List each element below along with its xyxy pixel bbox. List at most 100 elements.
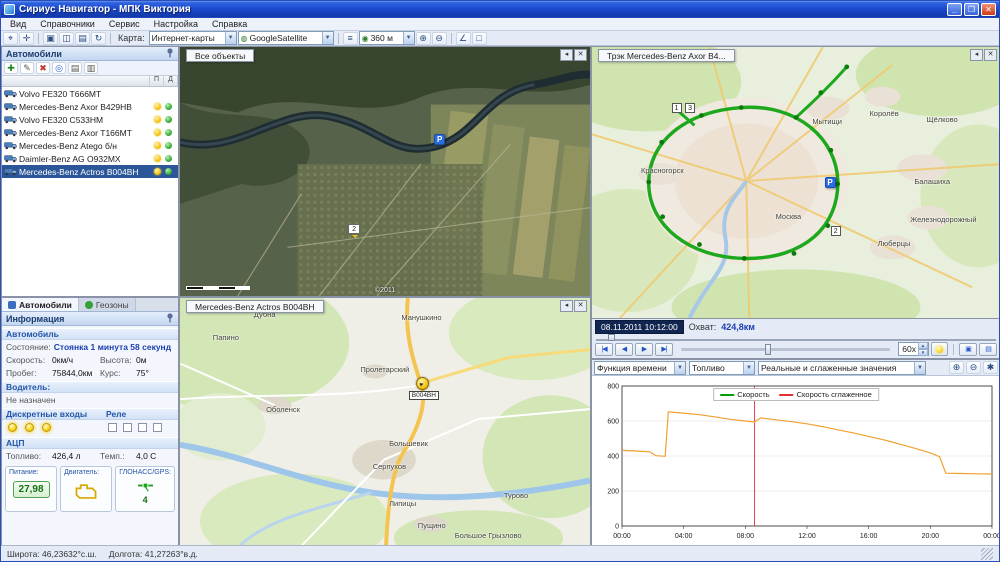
ruler-button[interactable]: ∠: [456, 32, 471, 45]
parking-marker[interactable]: P: [825, 177, 836, 188]
highlight-toggle-button[interactable]: [931, 342, 948, 356]
menu-item[interactable]: Вид: [3, 19, 33, 29]
timeline-slider-handle[interactable]: [608, 334, 615, 341]
vehicle-row[interactable]: Volvo FE320 Т666МТ: [2, 87, 178, 100]
add-vehicle-button[interactable]: ✚: [4, 62, 18, 74]
spin-up-icon[interactable]: ▲: [918, 342, 928, 349]
spin-down-icon[interactable]: ▼: [918, 349, 928, 356]
printer-icon: ▤: [78, 33, 87, 44]
zoom-in-icon: ⊕: [419, 33, 427, 44]
truck-icon: [4, 115, 19, 124]
slider-knob[interactable]: [765, 344, 771, 355]
track-point-marker-2[interactable]: 2: [831, 226, 841, 236]
pin-icon[interactable]: [166, 313, 174, 325]
track-report-button[interactable]: ▤: [979, 343, 997, 356]
pin-icon[interactable]: [166, 48, 174, 60]
mode-select[interactable]: Реальные и сглаженные значения▼: [758, 361, 926, 375]
go-start-button[interactable]: |◀: [595, 343, 613, 356]
menu-item[interactable]: Справочники: [33, 19, 102, 29]
function-select[interactable]: Функция времени▼: [594, 361, 686, 375]
column-header[interactable]: [2, 76, 150, 86]
group-view-button[interactable]: ▤: [68, 62, 82, 74]
fullscreen-button[interactable]: □: [472, 32, 487, 45]
resize-grip[interactable]: [981, 548, 993, 560]
vehicle-map-panel[interactable]: Mercedes-Benz Actros В004ВН ◂✕ ДубнаМану…: [179, 297, 591, 547]
menu-item[interactable]: Настройка: [147, 19, 205, 29]
objects-map-tab[interactable]: Все объекты: [186, 49, 254, 62]
track-point-marker-3[interactable]: 3: [685, 103, 695, 113]
relay-checkbox[interactable]: [138, 423, 147, 432]
flag-marker[interactable]: 2: [348, 224, 360, 234]
parking-marker[interactable]: P: [434, 134, 445, 145]
find-vehicle-button[interactable]: ◎: [52, 62, 66, 74]
glonass-label: ГЛОНАСС/GPS:: [119, 469, 171, 476]
pan-tool-button[interactable]: ✛: [19, 32, 34, 45]
objects-map-panel[interactable]: Все объекты ◂✕ P 2 ©2011: [179, 46, 591, 297]
panel-menu-button[interactable]: ◂: [970, 49, 983, 61]
relay-checkbox[interactable]: [153, 423, 162, 432]
playback-position-slider[interactable]: [681, 348, 890, 351]
panel-menu-button[interactable]: ◂: [560, 49, 573, 61]
panel-close-button[interactable]: ✕: [984, 49, 997, 61]
relay-checkbox[interactable]: [108, 423, 117, 432]
open-button[interactable]: ▣: [43, 32, 58, 45]
legend-swatch: [720, 394, 734, 396]
zoom-out-button[interactable]: ⊖: [432, 32, 447, 45]
timeline-slider[interactable]: [596, 334, 996, 341]
parameter-select[interactable]: Топливо▼: [689, 361, 755, 375]
chart-settings-button[interactable]: ✱: [983, 361, 998, 374]
close-button[interactable]: ✕: [981, 3, 996, 16]
edit-vehicle-button[interactable]: ✎: [20, 62, 34, 74]
satellite-icon: [138, 478, 153, 495]
folder-icon: ▣: [46, 33, 55, 44]
playback-speed-spinner[interactable]: 60x ▲▼: [898, 342, 929, 356]
track-map-panel[interactable]: Трэк Mercedes-Benz Axor В4... ◂✕ МытищиК…: [591, 46, 1000, 319]
minimize-button[interactable]: _: [947, 3, 962, 16]
columns-button[interactable]: ▥: [84, 62, 98, 74]
column-header[interactable]: Д: [164, 76, 178, 86]
maximize-button[interactable]: ❐: [964, 3, 979, 16]
map-scale-select[interactable]: ◉360 м▼: [359, 31, 415, 45]
snapshot-button[interactable]: ▣: [959, 343, 977, 356]
vehicle-row[interactable]: Mercedes-Benz Actros В004ВН: [2, 165, 178, 178]
delete-vehicle-button[interactable]: ✖: [36, 62, 50, 74]
vehicle-row[interactable]: Mercedes-Benz Atego б/н: [2, 139, 178, 152]
truck-icon: [4, 102, 19, 111]
dropdown-arrow-icon: ▼: [322, 32, 333, 44]
tab-vehicles[interactable]: Автомобили: [2, 298, 79, 311]
refresh-button[interactable]: ↻: [91, 32, 106, 45]
vehicle-row[interactable]: Mercedes-Benz Axor В429НВ: [2, 100, 178, 113]
panel-close-button[interactable]: ✕: [574, 49, 587, 61]
panel-close-button[interactable]: ✕: [574, 300, 587, 312]
panel-menu-button[interactable]: ◂: [560, 300, 573, 312]
tab-geozones[interactable]: Геозоны: [79, 298, 136, 311]
zoom-in-button[interactable]: ⊕: [416, 32, 431, 45]
menu-item[interactable]: Справка: [205, 19, 254, 29]
map-type-select[interactable]: ◍GoogleSatellite▼: [238, 31, 334, 45]
pointer-tool-button[interactable]: ⌖: [3, 32, 18, 45]
chart-zoom-in-button[interactable]: ⊕: [949, 361, 964, 374]
relay-checkbox[interactable]: [123, 423, 132, 432]
map-source-select[interactable]: Интернет-карты▼: [149, 31, 237, 45]
chart-combos: Функция времени▼Топливо▼Реальные и сглаж…: [594, 361, 926, 375]
chart-area[interactable]: 020040060080000:0004:0008:0012:0016:0020…: [592, 376, 1000, 546]
track-start-marker[interactable]: 1: [672, 103, 682, 113]
go-end-button[interactable]: ▶|: [655, 343, 673, 356]
play-forward-button[interactable]: ▶: [635, 343, 653, 356]
print-button[interactable]: ▤: [75, 32, 90, 45]
title-bar[interactable]: Сириус Навигатор - МПК Виктория _❐✕: [1, 1, 999, 18]
main-toolbar: ⌖✛▣◫▤↻Карта:Интернет-карты▼◍GoogleSatell…: [1, 31, 999, 46]
layers-button[interactable]: ≡: [343, 32, 358, 45]
chart-zoom-out-button[interactable]: ⊖: [966, 361, 981, 374]
column-header[interactable]: П: [150, 76, 164, 86]
track-map-tab[interactable]: Трэк Mercedes-Benz Axor В4...: [598, 49, 735, 62]
play-backward-button[interactable]: ◀: [615, 343, 633, 356]
temp-label: Темп.:: [100, 451, 136, 461]
vehicle-map-tab[interactable]: Mercedes-Benz Actros В004ВН: [186, 300, 324, 313]
vehicle-row[interactable]: Mercedes-Benz Axor Т166МТ: [2, 126, 178, 139]
menu-item[interactable]: Сервис: [102, 19, 147, 29]
vehicle-row[interactable]: Volvo FE320 С533НМ: [2, 113, 178, 126]
vehicle-row[interactable]: Daimler-Benz AG О932МХ: [2, 152, 178, 165]
save-button[interactable]: ◫: [59, 32, 74, 45]
vehicle-section-header: Автомобиль: [2, 328, 178, 340]
